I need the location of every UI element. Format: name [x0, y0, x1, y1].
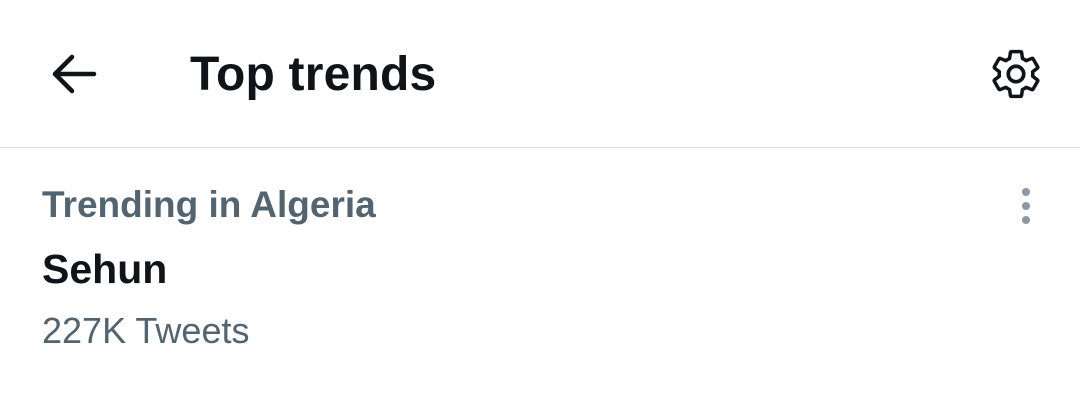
top-trends-screen: Top trends Trending in Algeria Sehun 227…	[0, 0, 1080, 408]
gear-icon	[992, 49, 1040, 99]
header-bar: Top trends	[0, 0, 1080, 148]
page-title: Top trends	[190, 48, 437, 101]
trend-more-button[interactable]	[1004, 184, 1048, 228]
back-button[interactable]	[42, 42, 106, 106]
trend-item[interactable]: Trending in Algeria Sehun 227K Tweets	[0, 148, 1080, 408]
arrow-left-icon	[52, 54, 97, 94]
trend-name: Sehun	[42, 246, 168, 292]
settings-button[interactable]	[984, 42, 1048, 106]
trend-context: Trending in Algeria	[42, 184, 376, 225]
more-vertical-icon	[1022, 188, 1030, 224]
trend-tweet-count: 227K Tweets	[42, 310, 250, 351]
